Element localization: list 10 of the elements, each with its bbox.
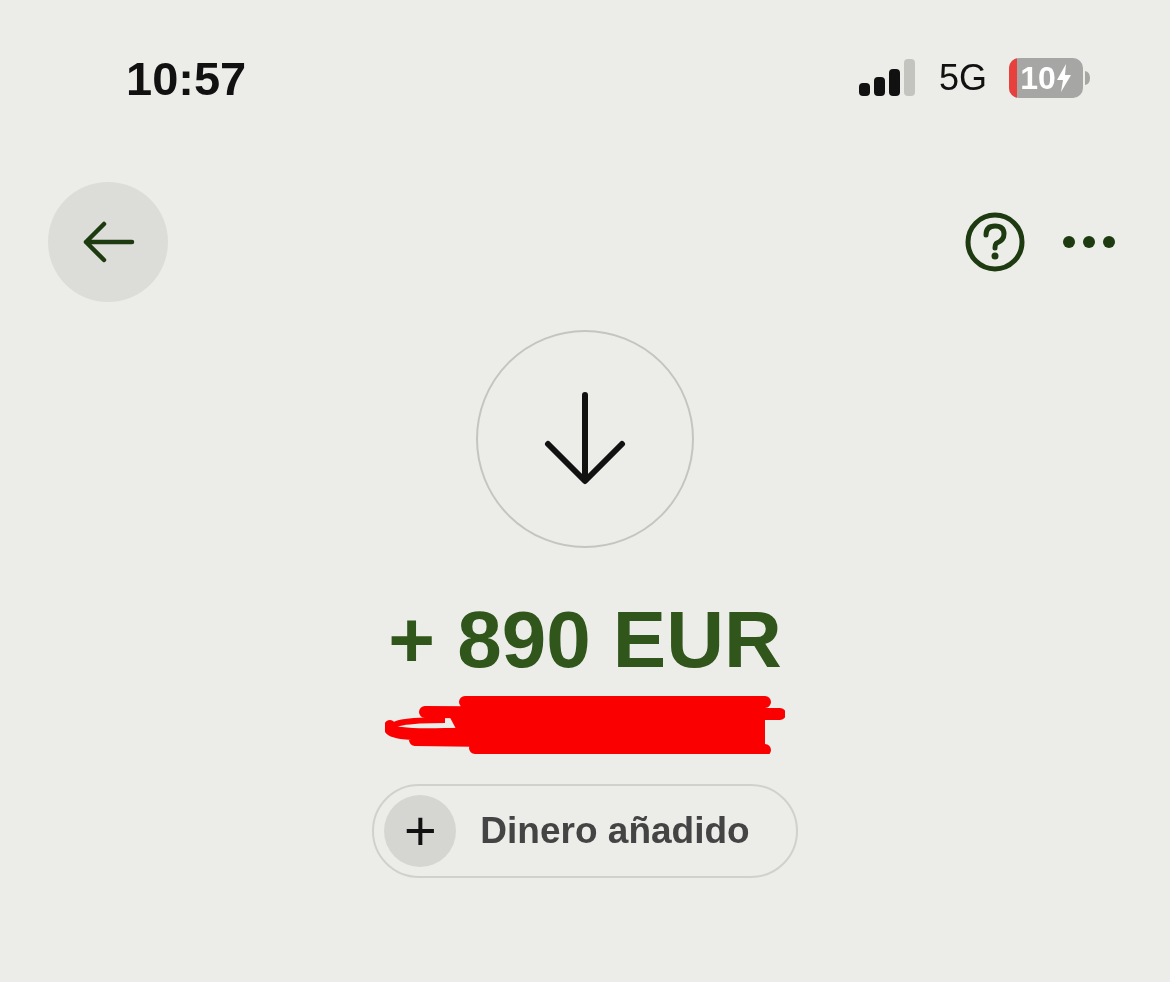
add-icon: + <box>384 795 457 867</box>
status-time: 10:57 <box>126 50 247 106</box>
signal-icon <box>858 59 917 97</box>
amount: + 890 EUR <box>388 600 782 680</box>
help-icon[interactable] <box>964 211 1026 273</box>
category-label: Dinero añadido <box>480 810 750 852</box>
network-label: 5G <box>938 57 987 99</box>
more-icon[interactable] <box>1062 235 1116 249</box>
incoming-icon <box>476 330 694 548</box>
category-chip[interactable]: + Dinero añadido <box>372 784 798 878</box>
